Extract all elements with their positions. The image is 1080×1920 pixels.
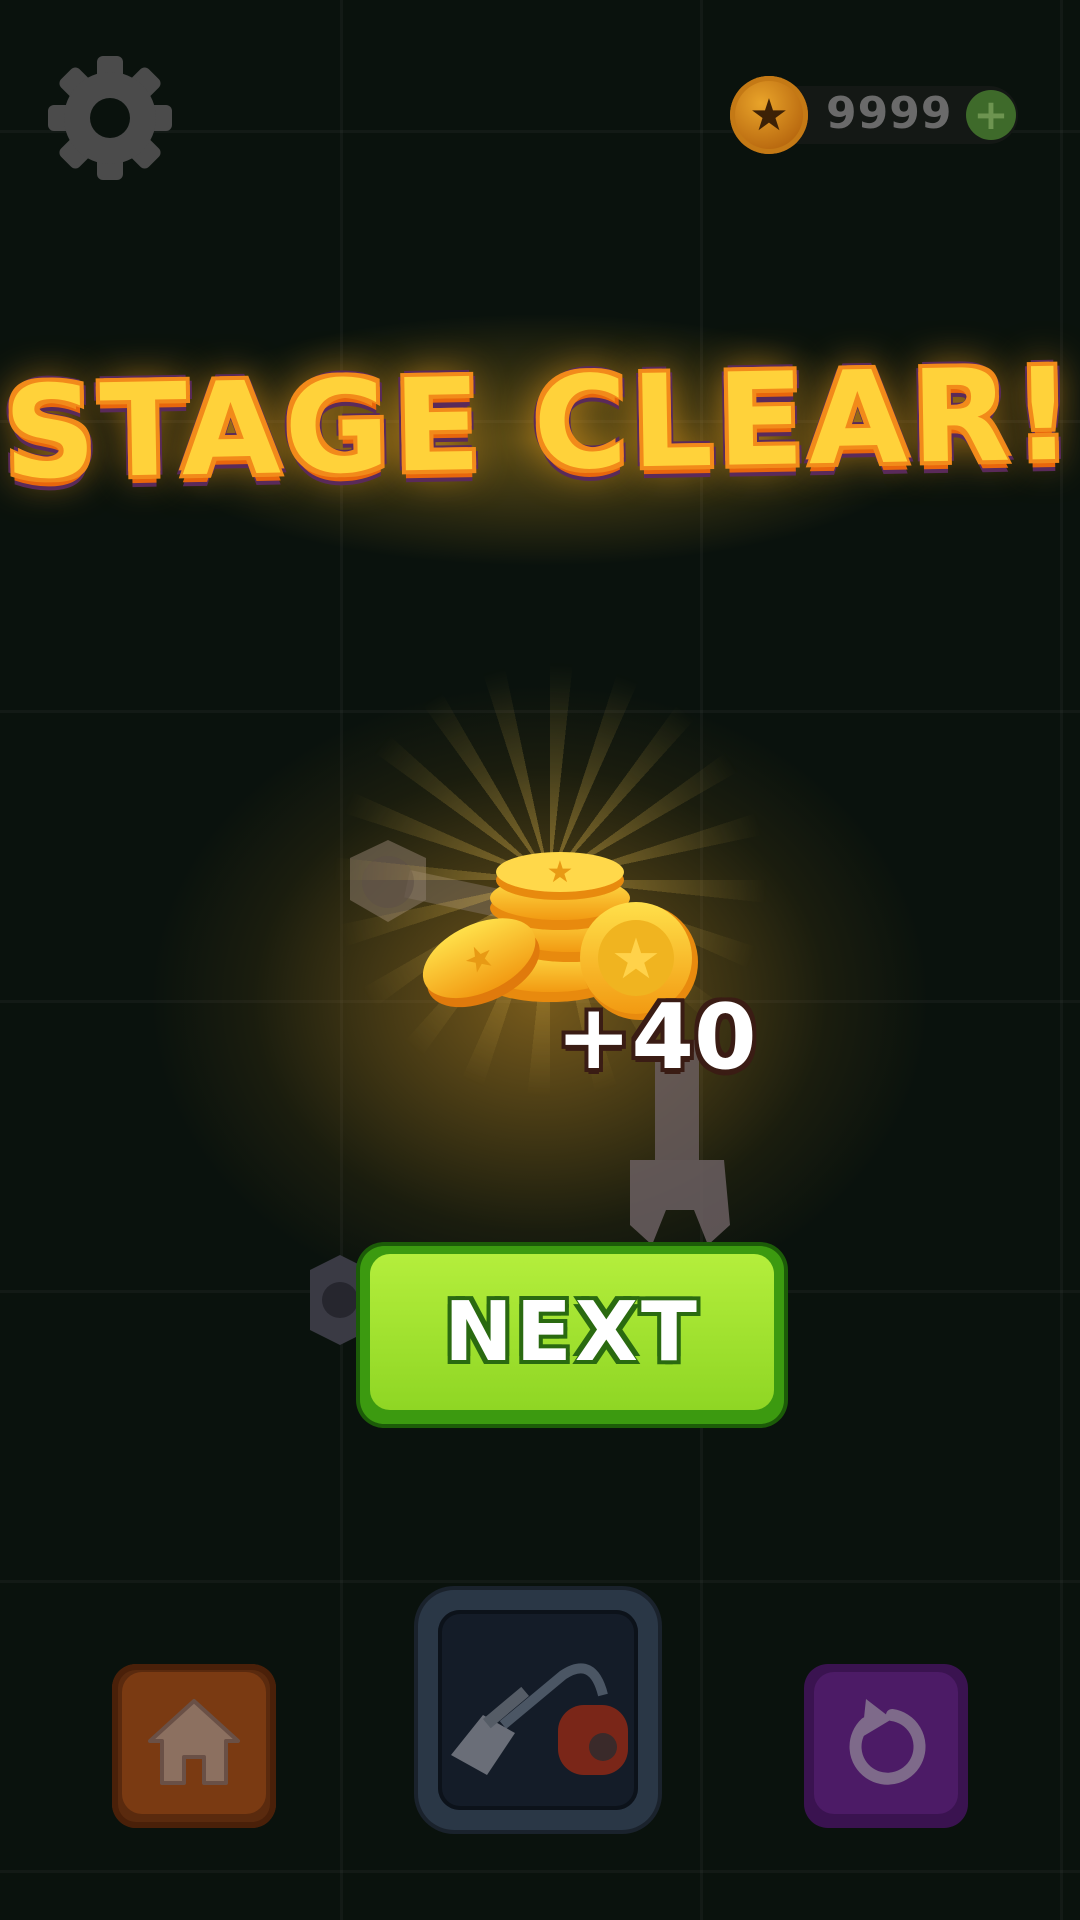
reward-amount: +40	[556, 985, 757, 1090]
add-coins-button[interactable]: +	[966, 90, 1016, 140]
plus-icon: +	[973, 90, 1009, 139]
restart-button[interactable]	[804, 1664, 968, 1828]
booster-slot[interactable]	[418, 1590, 658, 1830]
home-button-face	[122, 1672, 266, 1814]
next-button-face: NEXT	[370, 1254, 774, 1410]
svg-text:★: ★	[547, 855, 574, 890]
next-button-label: NEXT	[444, 1284, 700, 1380]
restart-icon	[849, 1699, 926, 1785]
coin-balance: 9999	[826, 88, 953, 139]
coin-counter: ★ 9999 +	[730, 76, 1018, 154]
stage-clear-title: STAGE CLEAR!	[2, 340, 1078, 509]
settings-button[interactable]	[40, 48, 180, 188]
svg-text:★: ★	[611, 927, 661, 992]
booster-slot-inner	[438, 1610, 638, 1810]
next-button[interactable]: NEXT	[360, 1246, 784, 1424]
coin-star-icon: ★	[730, 76, 808, 154]
home-button[interactable]	[112, 1664, 276, 1828]
home-icon	[148, 1699, 240, 1785]
gear-icon	[48, 56, 172, 180]
restart-button-face	[814, 1672, 958, 1814]
vacuum-cleaner-icon	[451, 1663, 628, 1775]
